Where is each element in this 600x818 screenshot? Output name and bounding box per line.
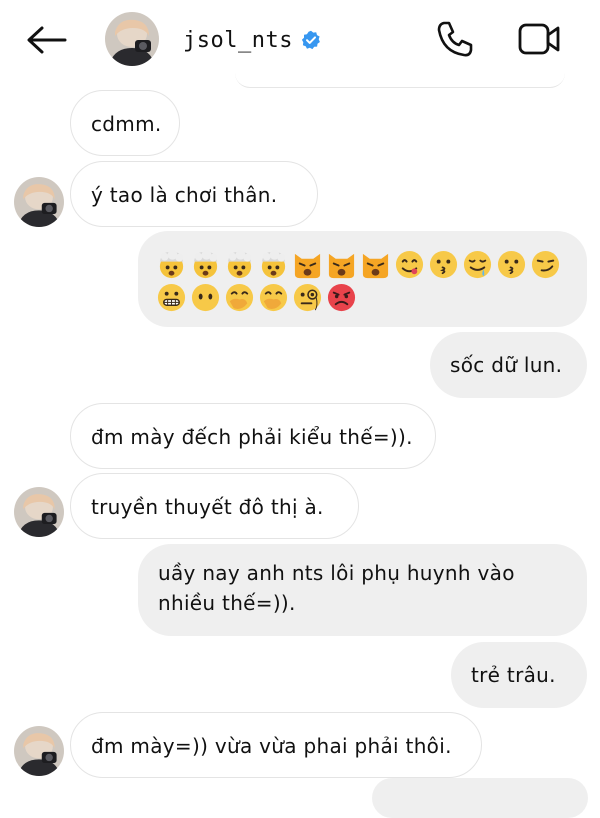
message-outgoing[interactable]: uầy nay anh nts lôi phụ huynh vào nhiều … bbox=[138, 544, 587, 636]
emoji-row bbox=[156, 282, 575, 313]
exploding-head-emoji bbox=[193, 249, 218, 279]
verified-badge-icon bbox=[301, 30, 321, 50]
header-username: jsol_nts bbox=[183, 27, 293, 53]
video-call-button[interactable] bbox=[514, 16, 564, 62]
emoji-row bbox=[156, 249, 575, 280]
drooling-face-emoji bbox=[463, 250, 492, 279]
message-outgoing[interactable]: trẻ trâu. bbox=[451, 642, 587, 708]
smirking-face-emoji bbox=[531, 250, 560, 279]
message-outgoing[interactable]: sốc dữ lun. bbox=[430, 332, 587, 398]
voice-call-button[interactable] bbox=[432, 16, 478, 62]
pouting-face-emoji bbox=[327, 283, 356, 312]
weary-cat-emoji bbox=[294, 253, 321, 279]
message-incoming[interactable]: cdmm. bbox=[70, 90, 180, 156]
face-with-monocle-emoji bbox=[293, 283, 322, 312]
sender-avatar[interactable] bbox=[14, 726, 64, 776]
face-with-hand-over-mouth-emoji bbox=[225, 283, 254, 312]
message-incoming[interactable]: đm mày đếch phải kiểu thế=)). bbox=[70, 403, 436, 469]
exploding-head-emoji bbox=[261, 249, 286, 279]
kissing-face-emoji bbox=[429, 250, 458, 279]
header-avatar[interactable] bbox=[105, 12, 159, 66]
next-message-partial bbox=[372, 778, 588, 818]
weary-cat-emoji bbox=[362, 253, 389, 279]
message-incoming[interactable]: ý tao là chơi thân. bbox=[70, 161, 318, 227]
face-with-hand-over-mouth-emoji bbox=[259, 283, 288, 312]
message-outgoing-emoji[interactable] bbox=[138, 231, 587, 327]
face-without-mouth-emoji bbox=[191, 283, 220, 312]
back-arrow-icon bbox=[27, 26, 67, 54]
header-username-link[interactable]: jsol_nts bbox=[183, 22, 321, 58]
sender-avatar[interactable] bbox=[14, 177, 64, 227]
video-camera-icon bbox=[518, 23, 560, 55]
sender-avatar[interactable] bbox=[14, 487, 64, 537]
face-savoring-food-emoji bbox=[395, 250, 424, 279]
grimacing-face-emoji bbox=[157, 283, 186, 312]
message-incoming[interactable]: đm mày=)) vừa vừa phai phải thôi. bbox=[70, 712, 482, 778]
message-incoming[interactable]: truyền thuyết đô thị à. bbox=[70, 473, 359, 539]
kissing-face-emoji bbox=[497, 250, 526, 279]
phone-icon bbox=[437, 21, 473, 57]
exploding-head-emoji bbox=[159, 249, 184, 279]
weary-cat-emoji bbox=[328, 253, 355, 279]
previous-message-edge bbox=[235, 73, 565, 88]
back-button[interactable] bbox=[22, 18, 70, 62]
chat-header: jsol_nts bbox=[0, 0, 600, 88]
exploding-head-emoji bbox=[227, 249, 252, 279]
